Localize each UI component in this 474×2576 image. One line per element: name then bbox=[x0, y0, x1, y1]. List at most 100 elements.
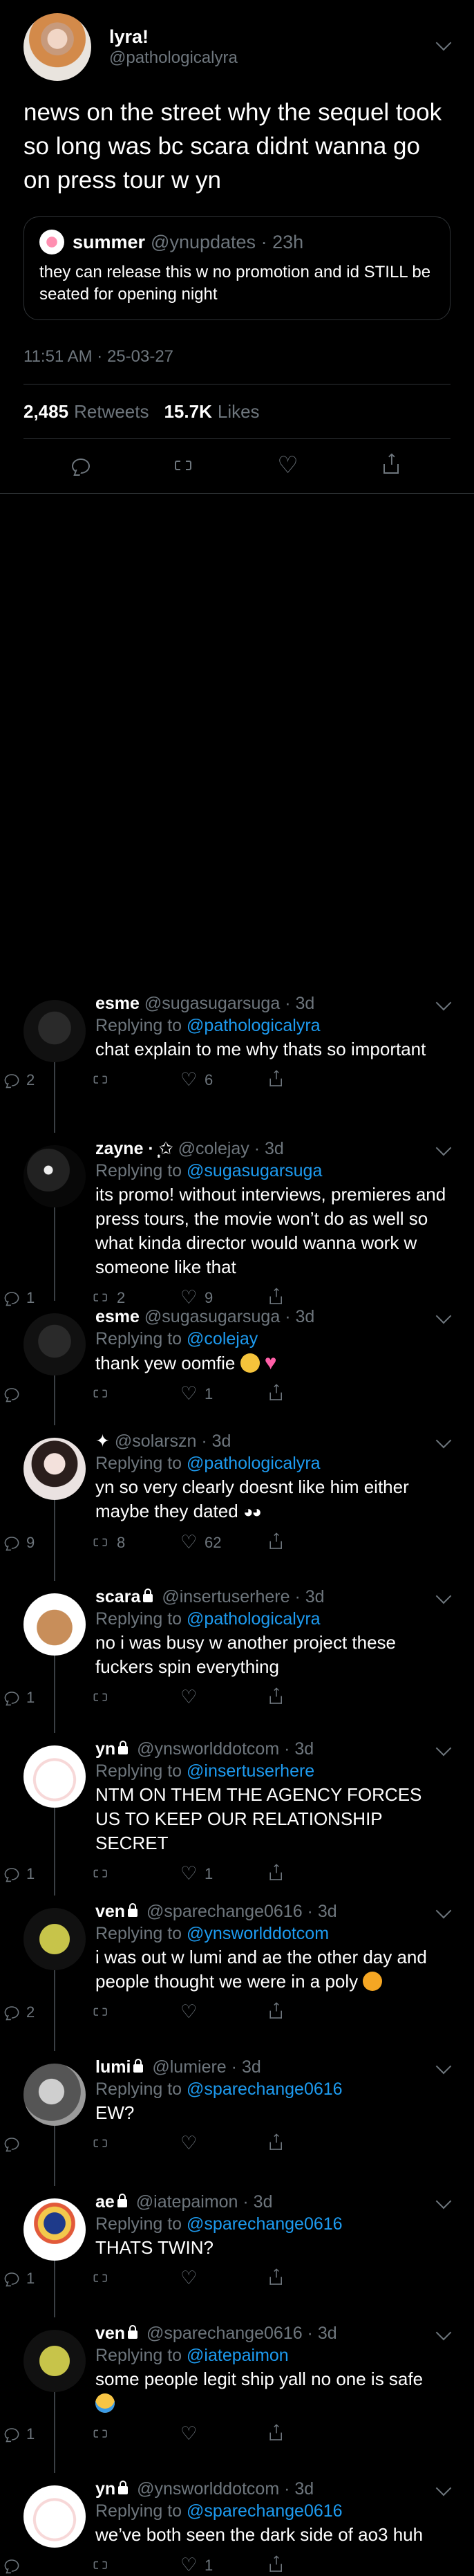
reply-action[interactable] bbox=[3, 2136, 91, 2151]
replying-to-handle[interactable]: @colejay bbox=[187, 1329, 258, 1349]
retweet-action[interactable] bbox=[91, 1689, 178, 1707]
reply-action[interactable]: 2 bbox=[3, 2003, 91, 2021]
share-icon[interactable] bbox=[268, 2267, 285, 2286]
likes-label[interactable]: Likes bbox=[218, 401, 260, 423]
reply-action[interactable] bbox=[3, 2558, 91, 2573]
like-icon[interactable] bbox=[180, 1068, 197, 1091]
replying-to-handle[interactable]: @pathologicalyra bbox=[187, 1016, 321, 1035]
reply-tweet[interactable]: yn @ynsworlddotcom · 3d Replying to @ins… bbox=[0, 1739, 474, 1896]
like-action[interactable] bbox=[178, 2001, 266, 2023]
retweet-action[interactable] bbox=[91, 1865, 178, 1883]
quoted-tweet[interactable]: summer @ynupdates · 23h they can release… bbox=[23, 216, 451, 320]
user-handle[interactable]: @iatepaimon bbox=[136, 2192, 238, 2212]
avatar[interactable] bbox=[23, 1908, 86, 1970]
avatar[interactable] bbox=[23, 2330, 86, 2392]
like-action[interactable] bbox=[178, 2422, 266, 2445]
user-handle[interactable]: @ynsworlddotcom bbox=[137, 2479, 279, 2499]
retweet-action[interactable] bbox=[91, 1071, 178, 1089]
reply-action[interactable] bbox=[3, 1387, 91, 1402]
retweet-action[interactable] bbox=[91, 2425, 178, 2443]
retweet-icon[interactable] bbox=[93, 1291, 109, 1306]
reply-icon[interactable] bbox=[4, 2559, 19, 2572]
avatar[interactable] bbox=[23, 1438, 86, 1500]
replying-to-handle[interactable]: @sparechange0616 bbox=[187, 2214, 343, 2234]
reply-tweet[interactable]: ae @iatepaimon · 3d Replying to @sparech… bbox=[0, 2192, 474, 2317]
retweet-action[interactable] bbox=[91, 2270, 178, 2288]
share-icon[interactable] bbox=[268, 1686, 285, 1705]
user-handle[interactable]: @insertuserhere bbox=[162, 1587, 290, 1606]
like-icon[interactable] bbox=[180, 2554, 197, 2576]
like-action[interactable]: 62 bbox=[178, 1531, 266, 1553]
replying-to-handle[interactable]: @sparechange0616 bbox=[187, 2501, 343, 2521]
display-name[interactable]: ven bbox=[95, 2324, 125, 2343]
like-icon[interactable] bbox=[277, 452, 298, 479]
like-action[interactable]: 9 bbox=[178, 1286, 266, 1308]
like-icon[interactable] bbox=[180, 1862, 197, 1884]
retweet-icon[interactable] bbox=[93, 2137, 109, 2151]
share-icon[interactable] bbox=[268, 1382, 285, 1402]
user-handle[interactable]: @lumiere bbox=[152, 2057, 226, 2077]
like-icon[interactable] bbox=[180, 2001, 197, 2023]
replying-to-handle[interactable]: @sparechange0616 bbox=[187, 2079, 343, 2099]
replying-to-handle[interactable]: @iatepaimon bbox=[187, 2346, 289, 2365]
reply-action[interactable]: 1 bbox=[3, 1289, 91, 1307]
user-handle[interactable]: @sparechange0616 bbox=[146, 1902, 303, 1921]
share-icon[interactable] bbox=[268, 2001, 285, 2020]
reply-tweet[interactable]: yn @ynsworlddotcom · 3d Replying to @spa… bbox=[0, 2478, 474, 2576]
reply-icon[interactable] bbox=[4, 1692, 19, 1704]
share-icon[interactable] bbox=[268, 1862, 285, 1882]
reply-tweet[interactable]: esme @sugasugarsuga · 3d Replying to @pa… bbox=[0, 993, 474, 1133]
user-handle[interactable]: @pathologicalyra bbox=[109, 48, 451, 68]
display-name[interactable]: lumi bbox=[95, 2057, 131, 2077]
retweet-icon[interactable] bbox=[93, 1691, 109, 1705]
retweet-icon[interactable] bbox=[93, 2005, 109, 2020]
avatar[interactable] bbox=[23, 2485, 86, 2548]
display-name[interactable]: ven bbox=[95, 1902, 125, 1921]
display-name[interactable]: ✦ bbox=[95, 1431, 110, 1451]
reply-icon[interactable] bbox=[4, 2006, 19, 2019]
retweet-icon[interactable] bbox=[93, 1867, 109, 1882]
replying-to-handle[interactable]: @pathologicalyra bbox=[187, 1609, 321, 1629]
like-action[interactable]: 1 bbox=[178, 1862, 266, 1884]
retweet-icon[interactable] bbox=[93, 2427, 109, 2442]
reply-icon[interactable] bbox=[4, 1388, 19, 1400]
display-name[interactable]: zayne · ̩͙✩ bbox=[95, 1139, 173, 1158]
reply-action[interactable]: 1 bbox=[3, 1689, 91, 1707]
retweet-action[interactable]: 2 bbox=[91, 1289, 178, 1307]
retweet-icon[interactable] bbox=[173, 457, 194, 475]
share-action[interactable] bbox=[266, 2267, 354, 2288]
retweet-action[interactable] bbox=[91, 1385, 178, 1403]
share-icon[interactable] bbox=[268, 1068, 285, 1088]
share-icon[interactable] bbox=[268, 2554, 285, 2573]
retweets-label[interactable]: Retweets bbox=[74, 401, 149, 423]
user-handle[interactable]: @sparechange0616 bbox=[146, 2324, 303, 2343]
replying-to-handle[interactable]: @insertuserhere bbox=[187, 1761, 314, 1781]
avatar[interactable] bbox=[23, 1745, 86, 1808]
share-icon[interactable] bbox=[268, 2132, 285, 2151]
display-name[interactable]: ae bbox=[95, 2192, 115, 2212]
display-name[interactable]: yn bbox=[95, 1739, 115, 1759]
reply-action[interactable]: 1 bbox=[3, 2425, 91, 2443]
share-action[interactable] bbox=[266, 1686, 354, 1707]
reply-tweet[interactable]: ven @sparechange0616 · 3d Replying to @y… bbox=[0, 1901, 474, 2051]
retweet-icon[interactable] bbox=[93, 1536, 109, 1550]
retweet-icon[interactable] bbox=[93, 2559, 109, 2573]
reply-icon[interactable] bbox=[4, 1868, 19, 1880]
avatar[interactable] bbox=[23, 2198, 86, 2261]
reply-tweet[interactable]: lumi @lumiere · 3d Replying to @sparecha… bbox=[0, 2057, 474, 2186]
reply-tweet[interactable]: zayne · ̩͙✩ @colejay · 3d Replying to @s… bbox=[0, 1138, 474, 1308]
like-icon[interactable] bbox=[180, 2267, 197, 2289]
display-name[interactable]: scara bbox=[95, 1587, 140, 1606]
avatar[interactable] bbox=[23, 1313, 86, 1375]
replying-to-handle[interactable]: @sugasugarsuga bbox=[187, 1161, 322, 1180]
reply-icon[interactable] bbox=[72, 458, 91, 474]
reply-icon[interactable] bbox=[4, 1074, 19, 1086]
like-icon[interactable] bbox=[180, 2422, 197, 2445]
display-name[interactable]: yn bbox=[95, 2479, 115, 2499]
like-icon[interactable] bbox=[180, 1286, 197, 1308]
reply-action[interactable]: 9 bbox=[3, 1534, 91, 1552]
retweet-action[interactable]: 8 bbox=[91, 1534, 178, 1552]
reply-tweet[interactable]: scara @insertuserhere · 3d Replying to @… bbox=[0, 1586, 474, 1733]
avatar[interactable] bbox=[23, 1145, 86, 1207]
retweet-action[interactable] bbox=[91, 2557, 178, 2575]
